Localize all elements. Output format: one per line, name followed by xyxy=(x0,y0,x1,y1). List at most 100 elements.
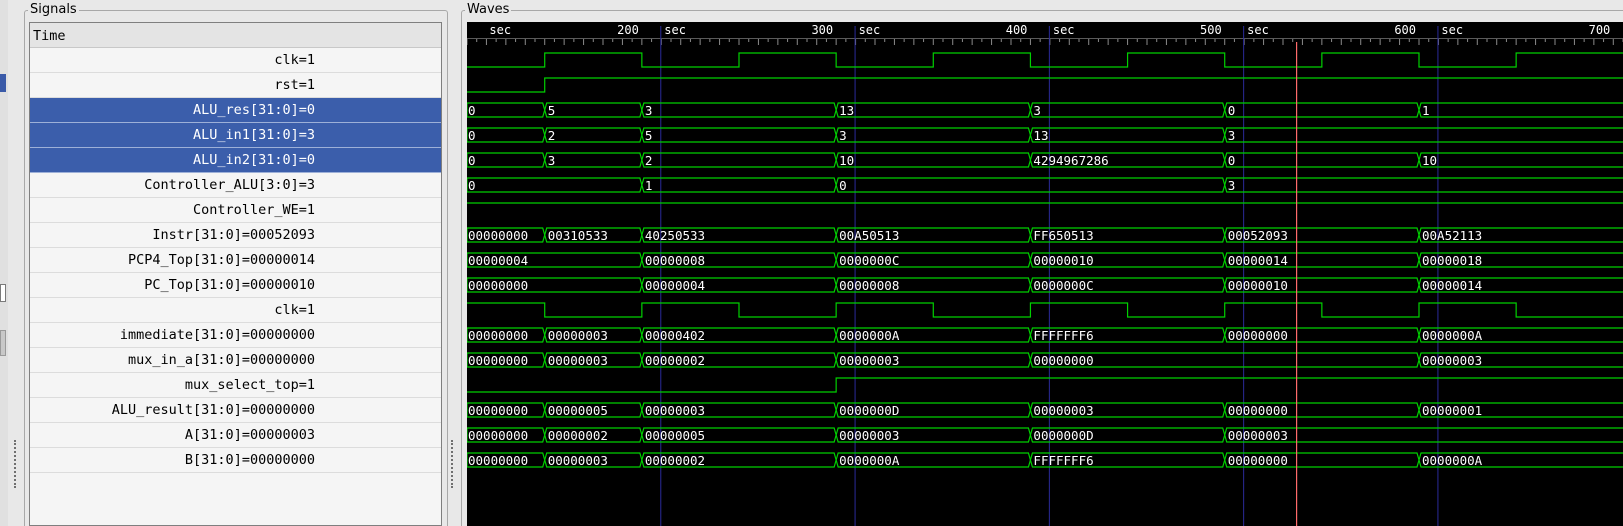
bus-value-label: 0 xyxy=(839,178,847,193)
bus-value-label: 00000004 xyxy=(645,278,705,293)
tick-label: sec xyxy=(489,23,511,37)
signal-row[interactable]: B[31:0]=00000000 xyxy=(30,448,441,473)
bus-segment xyxy=(641,177,837,193)
bus-value-label: 0 xyxy=(468,128,476,143)
left-splitter-grip[interactable] xyxy=(14,440,18,488)
bus-value-label: 3 xyxy=(1228,128,1236,143)
signals-frame-title: Signals xyxy=(28,2,79,18)
bus-value-label: 0000000C xyxy=(839,253,899,268)
bus-segment xyxy=(544,127,643,143)
bus-value-label: 00000000 xyxy=(468,403,528,418)
bus-value-label: 10 xyxy=(1422,153,1437,168)
bus-value-label: 0000000D xyxy=(839,403,899,418)
tick-label: 500 xyxy=(1200,23,1222,37)
signal-row[interactable]: ALU_result[31:0]=00000000 xyxy=(30,398,441,423)
bus-value-label: 00A50513 xyxy=(839,228,899,243)
signal-row[interactable]: PCP4_Top[31:0]=00000014 xyxy=(30,248,441,273)
waves-frame-title: Waves xyxy=(465,2,512,18)
signal-name: mux_select_top xyxy=(184,377,299,393)
signal-value: 1 xyxy=(306,77,315,93)
signal-name: A[31:0] xyxy=(184,427,242,443)
bus-value-label: 00000402 xyxy=(645,328,705,343)
signal-row[interactable]: ALU_in1[31:0]=3 xyxy=(30,123,441,148)
bus-value-label: 0 xyxy=(1228,103,1236,118)
bus-value-label: 3 xyxy=(839,128,847,143)
signal-row[interactable]: A[31:0]=00000003 xyxy=(30,423,441,448)
signal-value: 00000003 xyxy=(249,427,315,443)
bus-segment xyxy=(641,152,837,168)
bus-segment xyxy=(835,127,1032,143)
bus-value-label: 0000000A xyxy=(839,453,900,468)
signal-name: rst xyxy=(274,77,299,93)
signal-row[interactable]: Instr[31:0]=00052093 xyxy=(30,223,441,248)
bus-value-label: 00000005 xyxy=(548,403,608,418)
bus-value-label: 0000000D xyxy=(1033,428,1093,443)
middle-splitter-grip[interactable] xyxy=(451,440,455,488)
signal-row[interactable]: Controller_ALU[3:0]=3 xyxy=(30,173,441,198)
signal-label: A[31:0]=00000003 xyxy=(185,427,315,443)
signal-value: 00052093 xyxy=(249,227,315,243)
bus-value-label: 00000014 xyxy=(1228,253,1288,268)
signal-equals: = xyxy=(241,227,250,243)
signal-label: rst=1 xyxy=(274,77,315,93)
bus-value-label: 00000003 xyxy=(548,328,608,343)
tick-label: sec xyxy=(1053,23,1075,37)
bus-segment xyxy=(467,102,546,118)
signal-label: ALU_result[31:0]=00000000 xyxy=(112,402,315,418)
bus-value-label: 40250533 xyxy=(645,228,705,243)
signal-row[interactable]: immediate[31:0]=00000000 xyxy=(30,323,441,348)
bus-value-label: 00000014 xyxy=(1422,278,1482,293)
signal-row[interactable]: ALU_res[31:0]=0 xyxy=(30,98,441,123)
signal-equals: = xyxy=(298,377,307,393)
tick-label: sec xyxy=(1247,23,1269,37)
bus-value-label: 00000000 xyxy=(468,428,528,443)
left-tool-strip xyxy=(0,0,8,526)
signal-row[interactable]: ALU_in2[31:0]=0 xyxy=(30,148,441,173)
strip-checkbox[interactable] xyxy=(0,284,6,302)
waves-canvas[interactable]: sec 200 sec 300 sec 400 sec 500 sec 600 sec 700 0 5 3 1… xyxy=(467,22,1623,526)
bus-value-label: 5 xyxy=(548,103,556,118)
bus-segment xyxy=(1224,102,1420,118)
signal-label: ALU_in1[31:0]=3 xyxy=(193,127,315,143)
signal-row[interactable]: rst=1 xyxy=(30,73,441,98)
signal-name: immediate[31:0] xyxy=(119,327,242,343)
signal-equals: = xyxy=(241,327,250,343)
signal-equals: = xyxy=(298,177,307,193)
signal-value: 1 xyxy=(306,52,315,68)
signal-name: clk xyxy=(274,52,299,68)
signal-equals: = xyxy=(241,252,250,268)
strip-button[interactable] xyxy=(0,330,6,356)
signal-name: Instr[31:0] xyxy=(152,227,242,243)
signal-label: clk=1 xyxy=(274,52,315,68)
bus-segment xyxy=(1418,152,1623,168)
signal-row[interactable]: Controller_WE=1 xyxy=(30,198,441,223)
bus-segment xyxy=(641,127,837,143)
signals-list[interactable]: Time clk=1 rst=1 ALU_res[31:0]=0 ALU_in1[31… xyxy=(29,22,442,526)
signal-name: ALU_res[31:0] xyxy=(193,102,299,118)
signal-equals: = xyxy=(241,277,250,293)
bus-value-label: 2 xyxy=(548,128,556,143)
bus-value-label: 00A52113 xyxy=(1422,228,1482,243)
signal-value: 00000000 xyxy=(249,452,315,468)
bus-segment xyxy=(1418,102,1623,118)
signal-row[interactable]: mux_select_top=1 xyxy=(30,373,441,398)
tick-label: 400 xyxy=(1006,23,1028,37)
bit-waveform xyxy=(467,377,1623,393)
bus-segment xyxy=(641,102,837,118)
signal-name: Controller_ALU[3:0] xyxy=(144,177,299,193)
signal-row[interactable]: mux_in_a[31:0]=00000000 xyxy=(30,348,441,373)
signal-label: B[31:0]=00000000 xyxy=(185,452,315,468)
signal-equals: = xyxy=(298,127,307,143)
signal-row[interactable]: clk=1 xyxy=(30,48,441,73)
bus-value-label: 3 xyxy=(1033,103,1041,118)
signal-row[interactable]: PC_Top[31:0]=00000010 xyxy=(30,273,441,298)
signal-value: 00000000 xyxy=(249,327,315,343)
waveform-plot[interactable]: sec 200 sec 300 sec 400 sec 500 sec 600 sec 7000 5 3 1… xyxy=(467,22,1623,526)
bus-value-label: 00000003 xyxy=(839,428,899,443)
signal-row[interactable]: clk=1 xyxy=(30,298,441,323)
bus-segment xyxy=(1224,127,1623,143)
bus-value-label: 0 xyxy=(468,103,476,118)
signal-value: 1 xyxy=(306,377,315,393)
bus-segment xyxy=(544,102,643,118)
bus-value-label: 00000005 xyxy=(645,428,705,443)
